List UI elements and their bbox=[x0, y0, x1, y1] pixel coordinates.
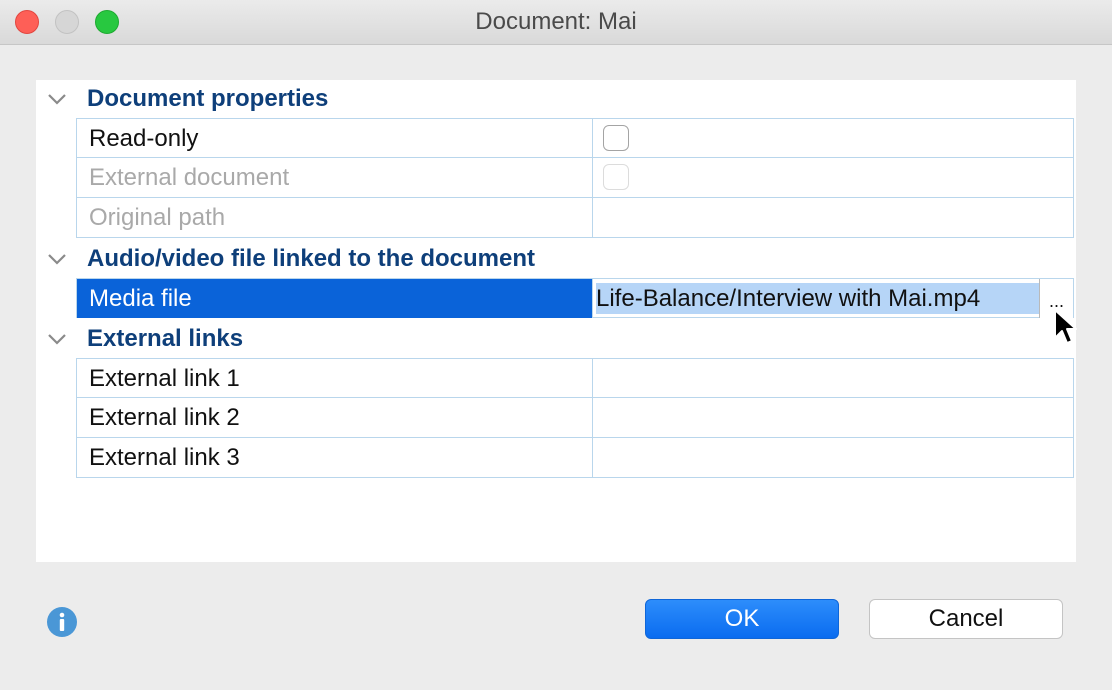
column-divider bbox=[592, 359, 593, 397]
title-bar: Document: Mai bbox=[0, 0, 1112, 45]
cancel-button[interactable]: Cancel bbox=[869, 599, 1063, 639]
read-only-checkbox[interactable] bbox=[603, 125, 629, 151]
property-label: External link 3 bbox=[89, 444, 240, 471]
property-label: External document bbox=[89, 164, 290, 191]
property-row-external-link-3[interactable]: External link 3 bbox=[76, 438, 1074, 478]
column-divider bbox=[592, 158, 593, 197]
column-divider bbox=[592, 119, 593, 157]
properties-panel: Document properties Read-only External d… bbox=[36, 80, 1076, 562]
chevron-down-icon[interactable] bbox=[46, 91, 68, 107]
property-row-media-file[interactable]: Media file Life-Balance/Interview with M… bbox=[76, 278, 1074, 318]
ok-button[interactable]: OK bbox=[645, 599, 839, 639]
info-icon[interactable] bbox=[46, 606, 78, 638]
section-title: Audio/video file linked to the document bbox=[87, 245, 536, 272]
mouse-pointer-icon bbox=[1054, 309, 1077, 344]
chevron-down-icon[interactable] bbox=[46, 331, 68, 347]
property-row-external-link-2[interactable]: External link 2 bbox=[76, 398, 1074, 438]
column-divider bbox=[592, 438, 593, 477]
media-file-field[interactable]: Life-Balance/Interview with Mai.mp4 bbox=[596, 283, 1072, 314]
column-divider bbox=[592, 279, 593, 317]
chevron-down-icon[interactable] bbox=[46, 251, 68, 267]
window-title: Document: Mai bbox=[475, 8, 637, 35]
property-label: External link 2 bbox=[89, 404, 240, 431]
property-label: Original path bbox=[89, 204, 226, 231]
property-row-original-path: Original path bbox=[76, 198, 1074, 238]
property-row-external-document: External document bbox=[76, 158, 1074, 198]
section-title: Document properties bbox=[87, 85, 329, 112]
column-divider bbox=[592, 398, 593, 437]
section-external-links[interactable]: External links bbox=[36, 320, 1076, 358]
property-row-read-only[interactable]: Read-only bbox=[76, 118, 1074, 158]
property-label: Media file bbox=[89, 285, 192, 312]
section-title: External links bbox=[87, 325, 244, 352]
property-label: Read-only bbox=[89, 125, 199, 152]
section-document-properties[interactable]: Document properties bbox=[36, 80, 1076, 118]
column-divider bbox=[592, 198, 593, 237]
section-audio-video[interactable]: Audio/video file linked to the document bbox=[36, 240, 1076, 278]
property-row-external-link-1[interactable]: External link 1 bbox=[76, 358, 1074, 398]
external-document-checkbox bbox=[603, 164, 629, 190]
property-label: External link 1 bbox=[89, 365, 240, 392]
